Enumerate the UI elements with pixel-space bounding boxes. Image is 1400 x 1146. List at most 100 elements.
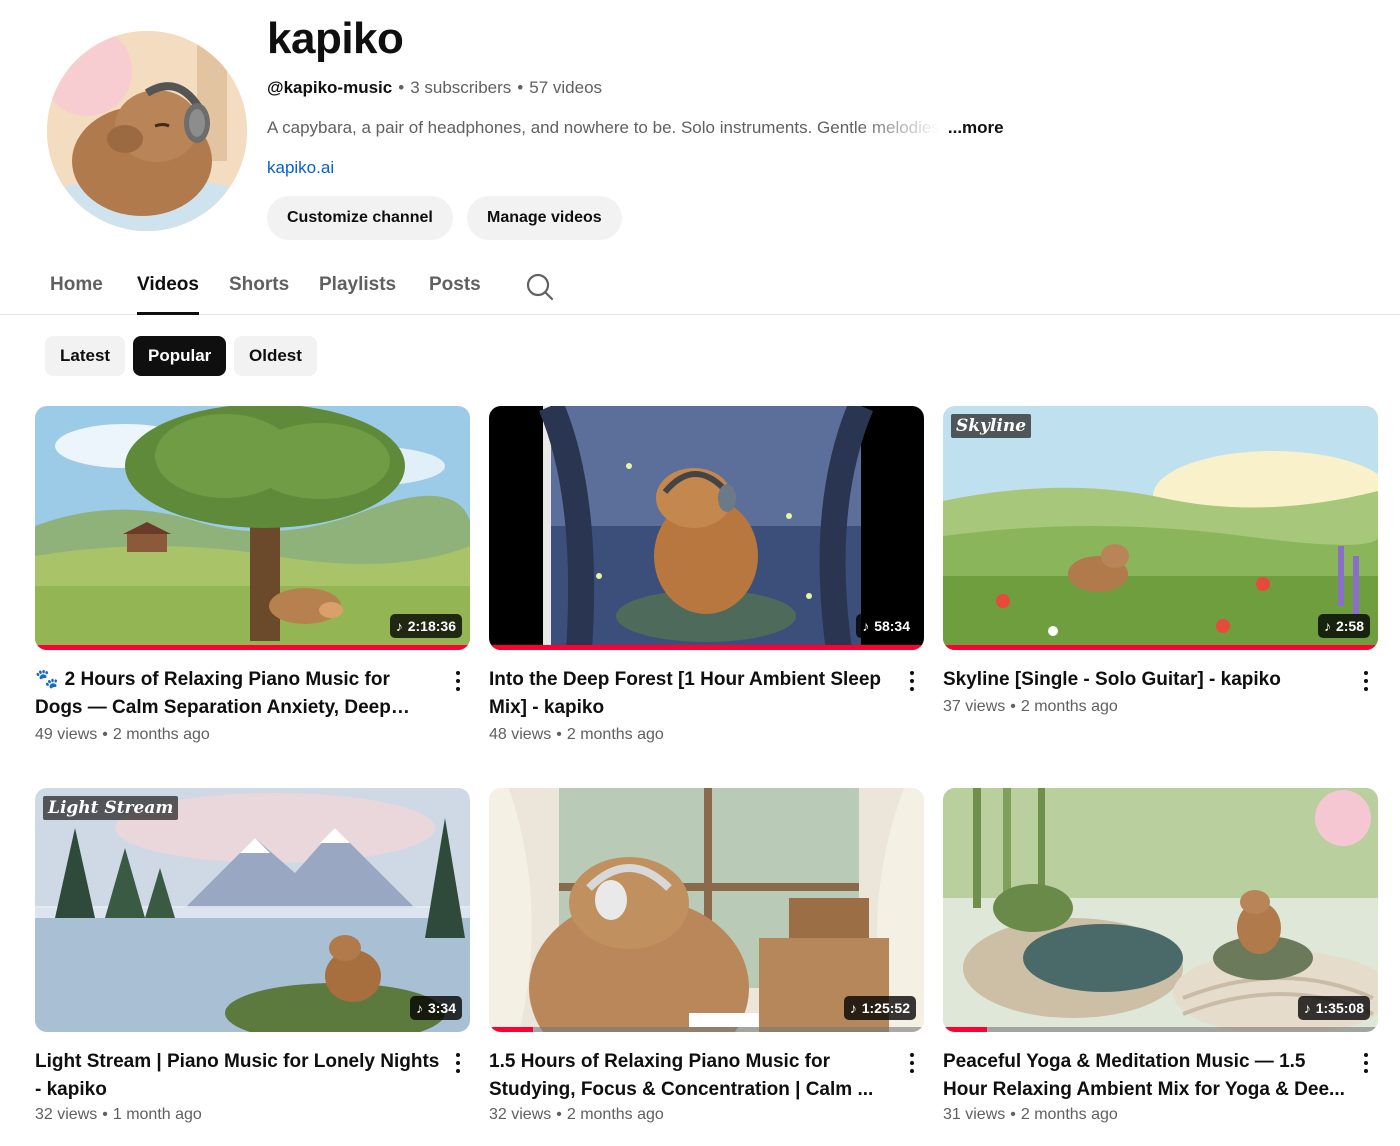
more-actions-icon[interactable] <box>1356 1050 1376 1076</box>
music-note-icon: ♪ <box>395 618 403 634</box>
capybara-avatar-image <box>47 31 247 231</box>
video-stats: 37 views • 2 months ago <box>943 698 1118 716</box>
video-stats: 49 views • 2 months ago <box>35 726 210 744</box>
watch-progress-fill <box>943 1027 987 1032</box>
duration-text: 1:35:08 <box>1315 1000 1364 1016</box>
video-title[interactable]: Light Stream | Piano Music for Lonely Ni… <box>35 1048 440 1104</box>
music-note-icon: ♪ <box>1303 1000 1311 1016</box>
paw-prints-icon: 🐾 <box>35 669 59 690</box>
view-count: 32 views <box>489 1106 552 1123</box>
channel-name: kapiko <box>267 14 404 63</box>
mountain-lake-thumbnail-image <box>35 788 470 1032</box>
separator-dot: • <box>517 78 524 97</box>
music-note-icon: ♪ <box>415 1000 423 1016</box>
upload-age: 2 months ago <box>566 1106 664 1123</box>
channel-handle: @kapiko-music <box>267 78 393 97</box>
tab-posts[interactable]: Posts <box>429 274 481 296</box>
view-count: 32 views <box>35 1106 98 1123</box>
video-count: 57 videos <box>529 78 603 97</box>
music-note-icon: ♪ <box>1323 618 1331 634</box>
more-actions-icon[interactable] <box>448 668 468 694</box>
video-title[interactable]: Into the Deep Forest [1 Hour Ambient Sle… <box>489 666 894 722</box>
video-title[interactable]: 1.5 Hours of Relaxing Piano Music for St… <box>489 1048 894 1104</box>
watch-progress-fill <box>489 1027 533 1032</box>
chip-oldest[interactable]: Oldest <box>234 336 317 376</box>
upload-age: 2 months ago <box>1020 698 1118 715</box>
tab-videos[interactable]: Videos <box>137 274 199 296</box>
more-actions-icon[interactable] <box>1356 668 1376 694</box>
flower-field-thumbnail-image <box>943 406 1378 650</box>
separator-dot: • <box>556 726 562 743</box>
duration-badge: ♪ 2:58 <box>1317 614 1370 638</box>
more-actions-icon[interactable] <box>902 668 922 694</box>
video-title[interactable]: Peaceful Yoga & Meditation Music — 1.5 H… <box>943 1048 1348 1104</box>
tab-home[interactable]: Home <box>50 274 103 296</box>
video-stats: 32 views • 1 month ago <box>35 1106 202 1124</box>
video-thumbnail[interactable]: ♪ 2:18:36 <box>35 406 470 650</box>
duration-text: 58:34 <box>874 618 910 634</box>
video-card[interactable]: ♪ 58:34 Into the Deep Forest [1 Hour Ambi… <box>489 406 924 743</box>
video-thumbnail[interactable]: Light Stream ♪ 3:34 <box>35 788 470 1032</box>
customize-channel-button[interactable]: Customize channel <box>267 196 453 240</box>
chip-popular[interactable]: Popular <box>133 336 227 376</box>
view-count: 31 views <box>943 1106 1006 1123</box>
video-thumbnail[interactable]: ♪ 1:25:52 <box>489 788 924 1032</box>
duration-text: 1:25:52 <box>861 1000 910 1016</box>
more-actions-icon[interactable] <box>448 1050 468 1076</box>
separator-dot: • <box>398 78 405 97</box>
video-card[interactable]: ♪ 2:18:36 🐾 2 Hours of Relaxing Piano Musi… <box>35 406 470 743</box>
video-title[interactable]: Skyline [Single - Solo Guitar] - kapiko <box>943 666 1348 694</box>
watch-progress-bar <box>943 645 1378 650</box>
video-stats: 31 views • 2 months ago <box>943 1106 1118 1124</box>
upload-age: 2 months ago <box>1020 1106 1118 1123</box>
channel-description-text: A capybara, a pair of headphones, and no… <box>267 118 940 137</box>
separator-dot: • <box>102 726 108 743</box>
duration-text: 3:34 <box>427 1000 456 1016</box>
manage-videos-button[interactable]: Manage videos <box>467 196 622 240</box>
separator-dot: • <box>556 1106 562 1123</box>
tab-playlists[interactable]: Playlists <box>319 274 396 296</box>
view-count: 48 views <box>489 726 552 743</box>
video-card[interactable]: Skyline ♪ 2:58 Skyline [Single - Solo Gui… <box>943 406 1378 715</box>
separator-dot: • <box>1010 1106 1016 1123</box>
view-count: 37 views <box>943 698 1006 715</box>
tab-shorts[interactable]: Shorts <box>229 274 289 296</box>
duration-badge: ♪ 1:35:08 <box>1297 996 1370 1020</box>
watch-progress-fill <box>943 645 1378 650</box>
music-note-icon: ♪ <box>849 1000 857 1016</box>
thumbnail-title-badge: Skyline <box>951 414 1032 438</box>
channel-avatar[interactable] <box>47 31 247 231</box>
video-stats: 48 views • 2 months ago <box>489 726 664 744</box>
duration-text: 2:18:36 <box>407 618 456 634</box>
upload-age: 2 months ago <box>566 726 664 743</box>
video-thumbnail[interactable]: Skyline ♪ 2:58 <box>943 406 1378 650</box>
video-card[interactable]: Light Stream ♪ 3:34 Light Stream | Piano … <box>35 788 470 1123</box>
watch-progress-bar <box>943 1027 1378 1032</box>
duration-badge: ♪ 2:18:36 <box>389 614 462 638</box>
watch-progress-bar <box>489 645 924 650</box>
view-count: 49 views <box>35 726 98 743</box>
channel-tabs: Home Videos Shorts Playlists Posts <box>0 258 1400 315</box>
video-stats: 32 views • 2 months ago <box>489 1106 664 1124</box>
channel-meta: @kapiko-music • 3 subscribers • 57 videos <box>267 78 602 98</box>
separator-dot: • <box>1010 698 1016 715</box>
video-card[interactable]: ♪ 1:35:08 Peaceful Yoga & Meditation Musi… <box>943 788 1378 1123</box>
video-thumbnail[interactable]: ♪ 1:35:08 <box>943 788 1378 1032</box>
video-title[interactable]: 🐾 2 Hours of Relaxing Piano Music for Dog… <box>35 666 440 722</box>
watch-progress-bar <box>489 1027 924 1032</box>
search-icon[interactable] <box>525 272 555 302</box>
upload-age: 2 months ago <box>112 726 210 743</box>
channel-link[interactable]: kapiko.ai <box>267 158 334 178</box>
watch-progress-fill <box>489 645 924 650</box>
chip-latest[interactable]: Latest <box>45 336 126 376</box>
duration-badge: ♪ 58:34 <box>856 614 916 638</box>
more-actions-icon[interactable] <box>902 1050 922 1076</box>
channel-description: A capybara, a pair of headphones, and no… <box>267 118 1004 138</box>
duration-badge: ♪ 3:34 <box>409 996 462 1020</box>
watch-progress-fill <box>35 645 470 650</box>
video-card[interactable]: ♪ 1:25:52 1.5 Hours of Relaxing Piano Mus… <box>489 788 924 1123</box>
video-thumbnail[interactable]: ♪ 58:34 <box>489 406 924 650</box>
description-more-button[interactable]: ...more <box>948 118 1004 138</box>
video-title-text: 2 Hours of Relaxing Piano Music for Dogs… <box>35 669 391 718</box>
separator-dot: • <box>102 1106 108 1123</box>
